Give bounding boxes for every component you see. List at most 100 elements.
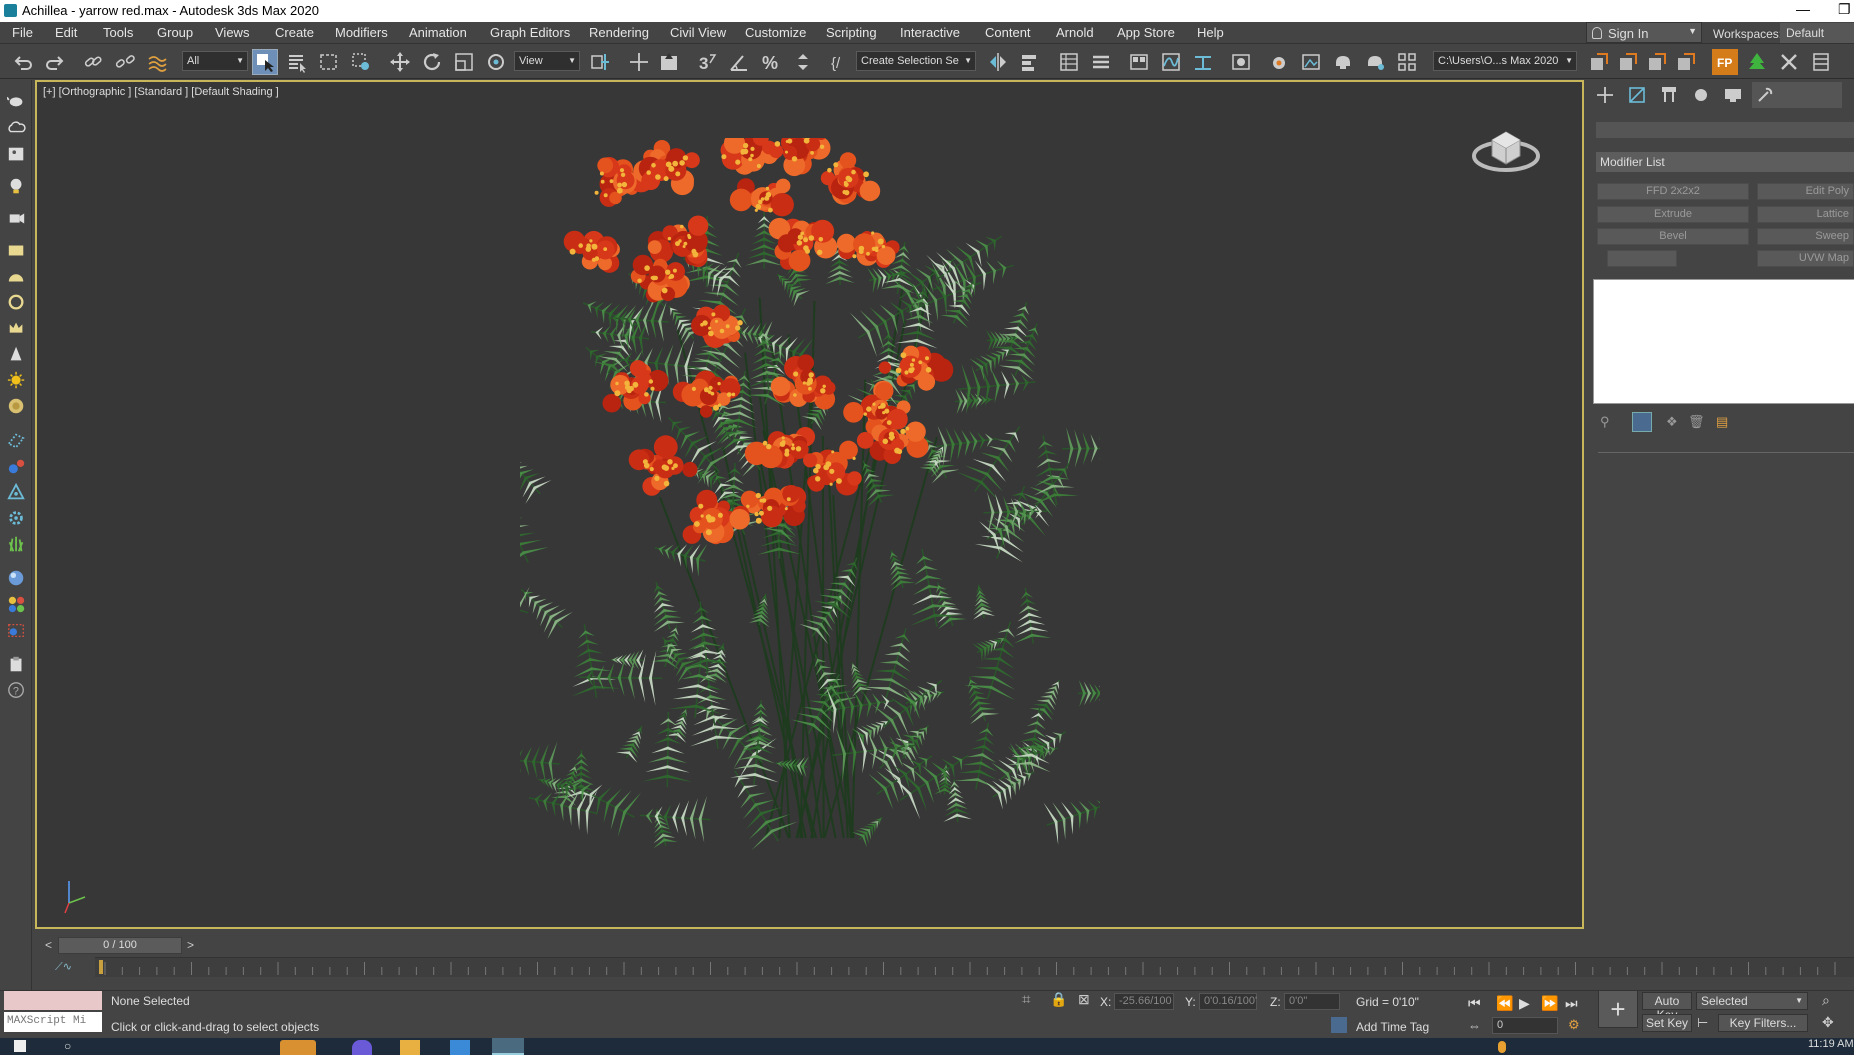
remove-modifier-icon[interactable]: 🗑 — [1688, 414, 1705, 430]
unlink-icon[interactable] — [112, 49, 138, 75]
go-to-start-icon[interactable]: ⏮ — [1468, 995, 1481, 1012]
menu-views[interactable]: Views — [215, 25, 249, 40]
yarrow-plant-model[interactable] — [453, 122, 1128, 858]
sphere-icon[interactable] — [6, 292, 27, 313]
menu-customize[interactable]: Customize — [745, 25, 806, 40]
create-selection-set-select[interactable]: Create Selection Se ▼ — [856, 51, 976, 71]
sign-in-dropdown[interactable]: Sign In ▼ — [1586, 22, 1702, 43]
rotate-icon[interactable] — [419, 49, 445, 75]
container-open-icon[interactable] — [1615, 49, 1641, 75]
maxscript-listener-pink[interactable] — [4, 991, 102, 1010]
menu-group[interactable]: Group — [157, 25, 193, 40]
time-configuration-icon[interactable]: ⚙ — [1568, 1017, 1580, 1033]
layer-explorer-icon[interactable] — [1088, 49, 1114, 75]
set-key-button[interactable]: Set Key — [1642, 1014, 1692, 1032]
viewcube-icon[interactable] — [1470, 110, 1542, 182]
grass-icon[interactable] — [6, 534, 27, 555]
light-bulb-icon[interactable] — [6, 176, 27, 197]
app-taskbar-icon[interactable] — [450, 1040, 470, 1055]
key-mode-toggle-icon[interactable]: ⇔ — [1468, 1018, 1481, 1033]
absolute-mode-icon[interactable]: ⊠ — [1078, 991, 1090, 1008]
schematic-view-icon[interactable] — [1190, 49, 1216, 75]
image-icon[interactable] — [6, 144, 27, 165]
bind-space-warp-icon[interactable] — [144, 49, 170, 75]
add-time-tag[interactable]: Add Time Tag — [1356, 1020, 1429, 1034]
modify-tab-icon[interactable] — [1624, 82, 1650, 108]
go-to-end-icon[interactable]: ⏭ — [1565, 995, 1578, 1012]
folder-taskbar-icon[interactable] — [280, 1040, 316, 1055]
redo-icon[interactable] — [42, 49, 68, 75]
camera-icon[interactable] — [6, 208, 27, 229]
motion-tab-icon[interactable] — [1688, 82, 1714, 108]
crown-icon[interactable] — [6, 318, 27, 339]
time-tag-icon[interactable] — [1331, 1017, 1347, 1033]
menu-content[interactable]: Content — [985, 25, 1031, 40]
workspace-select[interactable]: Default — [1780, 23, 1854, 43]
tools-cross-icon[interactable] — [1776, 49, 1802, 75]
modifier-lattice-button[interactable]: Lattice — [1757, 206, 1854, 223]
angle-snap-icon[interactable] — [726, 49, 752, 75]
menu-civil-view[interactable]: Civil View — [670, 25, 726, 40]
display-tab-icon[interactable] — [1720, 82, 1746, 108]
rectangular-selection-icon[interactable] — [316, 49, 342, 75]
selection-filter[interactable]: All ▼ — [182, 51, 248, 71]
modifier-empty-button[interactable] — [1607, 250, 1677, 267]
curve-editor-icon[interactable] — [1158, 49, 1184, 75]
menu-help[interactable]: Help — [1197, 25, 1224, 40]
window-crossing-icon[interactable] — [348, 49, 374, 75]
render-production-icon[interactable] — [1330, 49, 1356, 75]
select-by-name-icon[interactable] — [284, 49, 310, 75]
checker-icon[interactable] — [6, 430, 27, 451]
track-bar[interactable] — [95, 957, 1854, 977]
search-icon[interactable]: ○ — [64, 1039, 71, 1053]
move-icon[interactable] — [387, 49, 413, 75]
selection-lock-icon[interactable]: 🔒 — [1050, 991, 1067, 1008]
keyboard-shortcut-override-icon[interactable] — [656, 49, 682, 75]
menu-graph-editors[interactable]: Graph Editors — [490, 25, 570, 40]
modifier-list-dropdown[interactable]: Modifier List — [1596, 152, 1854, 172]
zoom-icon[interactable]: ⌕ — [1822, 992, 1830, 1009]
menu-edit[interactable]: Edit — [55, 25, 77, 40]
tree-icon[interactable] — [1744, 49, 1770, 75]
next-frame-button[interactable]: > — [187, 938, 194, 952]
time-slider[interactable]: 0 / 100 — [58, 937, 182, 954]
modifier-bevel-button[interactable]: Bevel — [1597, 228, 1749, 245]
x-coord-field[interactable]: -25.66/100 — [1114, 993, 1174, 1010]
menu-create[interactable]: Create — [275, 25, 314, 40]
show-end-result-icon[interactable] — [1632, 412, 1652, 432]
render-frame-icon[interactable] — [6, 620, 27, 641]
help-icon[interactable]: ? — [6, 680, 27, 701]
container-close-icon[interactable] — [1673, 49, 1699, 75]
teapot-icon[interactable] — [6, 90, 27, 111]
modifier-uvw-map-button[interactable]: UVW Map — [1757, 250, 1854, 267]
utilities-tab-icon[interactable] — [1752, 82, 1842, 108]
explorer-taskbar-icon[interactable] — [400, 1040, 420, 1055]
modifier-stack[interactable] — [1593, 279, 1854, 404]
gear-icon[interactable] — [6, 508, 27, 529]
hierarchy-tab-icon[interactable] — [1656, 82, 1682, 108]
current-frame-field[interactable]: 0 — [1492, 1017, 1558, 1034]
modifier-extrude-button[interactable]: Extrude — [1597, 206, 1749, 223]
3dsmax-taskbar-icon[interactable] — [492, 1038, 524, 1055]
make-unique-icon[interactable]: ❖ — [1666, 414, 1678, 430]
undo-icon[interactable] — [10, 49, 36, 75]
pin-stack-icon[interactable]: ⚲ — [1600, 414, 1610, 430]
modifier-sweep-button[interactable]: Sweep — [1757, 228, 1854, 245]
mini-curve-editor-icon[interactable]: ⟋∿ — [55, 960, 75, 976]
spinner-snap-icon[interactable] — [790, 49, 816, 75]
particles-icon[interactable] — [6, 456, 27, 477]
menu-scripting[interactable]: Scripting — [826, 25, 877, 40]
menu-arnold[interactable]: Arnold — [1056, 25, 1094, 40]
windows-start-icon[interactable] — [14, 1040, 26, 1052]
select-object-icon[interactable] — [252, 49, 278, 75]
forest-pack-icon[interactable]: FP — [1712, 49, 1738, 75]
edit-named-selection-icon[interactable]: {/ — [827, 49, 853, 75]
render-setup-icon[interactable] — [1266, 49, 1292, 75]
auto-key-button[interactable]: Auto Key — [1642, 992, 1692, 1022]
project-path-select[interactable]: C:\Users\O...s Max 2020 ▼ — [1433, 51, 1577, 71]
play-icon[interactable]: ▶ — [1519, 995, 1530, 1012]
percent-snap-icon[interactable]: % — [758, 49, 784, 75]
disc-icon[interactable] — [6, 396, 27, 417]
container-update-icon[interactable] — [1644, 49, 1670, 75]
configure-modifier-sets-icon[interactable]: ▤ — [1716, 414, 1728, 430]
